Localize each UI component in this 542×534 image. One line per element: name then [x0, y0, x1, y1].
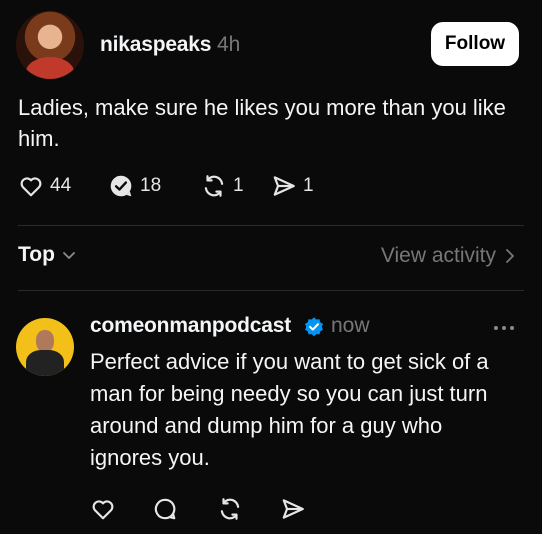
avatar[interactable] — [16, 11, 84, 79]
share-count: 1 — [303, 175, 314, 196]
reply-text: Perfect advice if you want to get sick o… — [90, 349, 489, 470]
sort-label: Top — [18, 243, 55, 266]
sort-dropdown[interactable]: Top — [18, 243, 77, 267]
replies-sort-bar: Top View activity — [0, 236, 542, 280]
avatar[interactable] — [16, 318, 74, 376]
chevron-down-icon — [63, 252, 75, 259]
reply-button[interactable] — [152, 496, 178, 522]
share-button[interactable] — [280, 496, 306, 522]
author-name[interactable]: comeonmanpodcast — [90, 314, 291, 338]
speech-bubble-icon — [154, 498, 176, 520]
repost-icon — [204, 175, 224, 197]
author-name[interactable]: nikaspeaks — [100, 33, 211, 57]
repost-button[interactable] — [217, 496, 243, 522]
heart-icon — [92, 500, 114, 520]
like-button[interactable]: 44 — [18, 173, 71, 199]
view-activity-label: View activity — [380, 244, 496, 267]
more-dots-icon[interactable] — [494, 326, 514, 330]
like-count: 44 — [50, 175, 72, 196]
view-activity-link[interactable]: View activity — [381, 244, 516, 268]
repost-button[interactable]: 1 — [201, 173, 244, 199]
reply-button[interactable]: 18 — [108, 173, 161, 199]
divider — [18, 225, 524, 226]
heart-icon — [20, 177, 42, 197]
speech-bubble-check-icon — [110, 175, 132, 197]
share-button[interactable]: 1 — [271, 173, 314, 199]
original-post: nikaspeaks 4h Follow Ladies, make sure h… — [0, 0, 542, 224]
follow-button[interactable]: Follow — [431, 22, 519, 66]
repost-icon — [220, 498, 240, 520]
like-button[interactable] — [90, 496, 116, 522]
divider — [18, 290, 524, 291]
post-timestamp: 4h — [217, 33, 241, 56]
paper-plane-icon — [282, 499, 304, 519]
chevron-right-icon — [506, 249, 514, 263]
reply-post: comeonmanpodcast now Perfect advice if y… — [0, 300, 542, 534]
reply-timestamp: now — [331, 314, 370, 337]
post-text: Ladies, make sure he likes you more than… — [18, 95, 506, 151]
repost-count: 1 — [233, 175, 244, 196]
verified-badge-icon — [305, 317, 323, 337]
paper-plane-icon — [273, 176, 295, 196]
reply-count: 18 — [140, 175, 162, 196]
